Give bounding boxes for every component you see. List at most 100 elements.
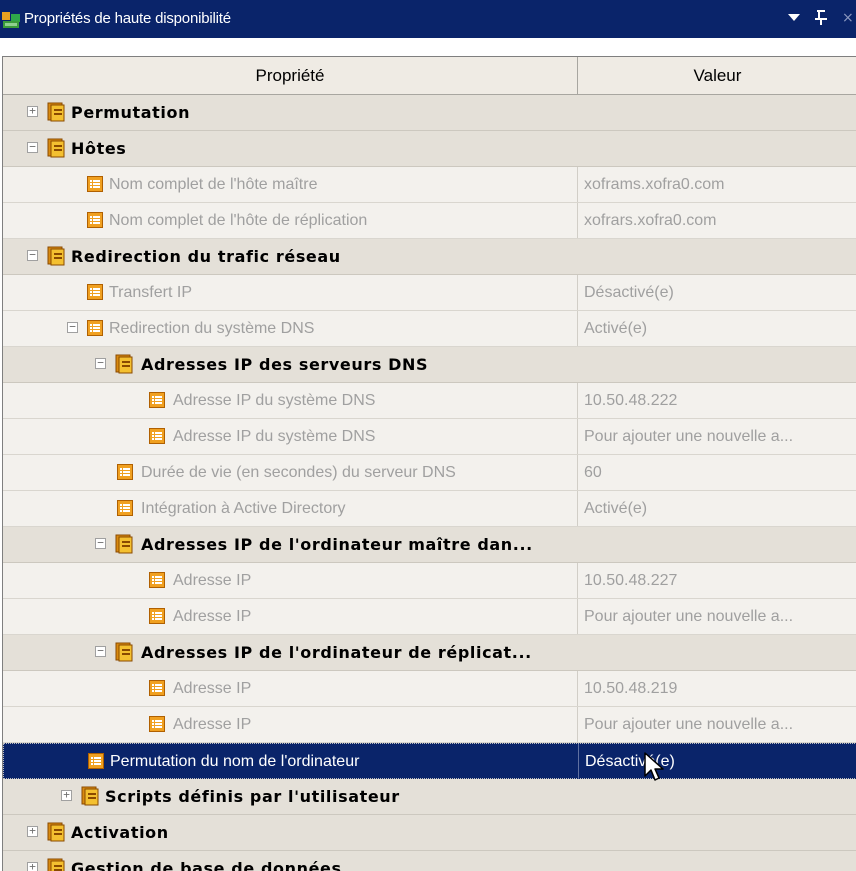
property-cell[interactable]: Adresse IP: [3, 671, 578, 706]
expand-icon[interactable]: +: [27, 825, 38, 837]
property-icon: [87, 176, 103, 192]
expand-icon[interactable]: +: [27, 861, 38, 871]
collapse-icon[interactable]: −: [67, 321, 78, 333]
property-label: Gestion de base de données: [71, 859, 342, 871]
property-row[interactable]: Adresse IP 10.50.48.227: [3, 563, 856, 599]
property-icon: [87, 212, 103, 228]
property-row[interactable]: − Redirection du système DNS Activé(e): [3, 311, 856, 347]
property-label: Adresses IP de l'ordinateur de réplicat.…: [141, 643, 532, 662]
expand-icon[interactable]: +: [27, 105, 38, 117]
property-cell[interactable]: Transfert IP: [3, 275, 578, 310]
property-label: Permutation du nom de l'ordinateur: [110, 753, 360, 770]
property-cell[interactable]: Durée de vie (en secondes) du serveur DN…: [3, 455, 578, 490]
column-header-property[interactable]: Propriété: [3, 57, 578, 94]
expand-icon[interactable]: +: [61, 789, 72, 801]
property-cell[interactable]: + Permutation: [3, 95, 578, 130]
property-value[interactable]: Activé(e): [579, 311, 856, 346]
property-cell[interactable]: Adresse IP: [3, 563, 578, 598]
category-row[interactable]: + Activation: [3, 815, 856, 851]
property-value[interactable]: Désactivé(e): [580, 744, 856, 779]
property-cell[interactable]: Nom complet de l'hôte maître: [3, 167, 578, 202]
category-row[interactable]: + Scripts définis par l'utilisateur: [3, 779, 856, 815]
property-grid: Propriété Valeur + Permutation − Hôtes Nom c…: [2, 56, 856, 871]
property-value[interactable]: 10.50.48.219: [579, 671, 856, 706]
column-header-value[interactable]: Valeur: [578, 57, 856, 94]
property-label: Redirection du trafic réseau: [71, 247, 341, 266]
property-row[interactable]: Intégration à Active Directory Activé(e): [3, 491, 856, 527]
property-cell[interactable]: Adresse IP: [3, 599, 578, 634]
collapse-icon[interactable]: −: [27, 249, 38, 261]
property-label: Nom complet de l'hôte de réplication: [109, 212, 368, 229]
property-label: Adresse IP du système DNS: [173, 428, 376, 445]
title-bar: Propriétés de haute disponibilité ×: [0, 0, 856, 38]
category-row[interactable]: − Hôtes: [3, 131, 856, 167]
property-label: Transfert IP: [109, 284, 192, 301]
window-title: Propriétés de haute disponibilité: [24, 10, 231, 27]
property-label: Adresse IP: [173, 680, 252, 697]
property-label: Adresse IP: [173, 572, 252, 589]
property-cell[interactable]: − Hôtes: [3, 131, 578, 166]
property-value[interactable]: Activé(e): [579, 491, 856, 526]
property-label: Redirection du système DNS: [109, 320, 315, 337]
category-row[interactable]: − Adresses IP de l'ordinateur maître dan.…: [3, 527, 856, 563]
property-value[interactable]: xofrars.xofra0.com: [579, 203, 856, 238]
property-row[interactable]: Nom complet de l'hôte de réplication xofr…: [3, 203, 856, 239]
property-icon: [149, 392, 165, 408]
property-icon: [149, 608, 165, 624]
property-cell[interactable]: − Redirection du trafic réseau: [3, 239, 578, 274]
collapse-icon[interactable]: −: [95, 537, 106, 549]
category-row[interactable]: + Gestion de base de données: [3, 851, 856, 871]
property-value[interactable]: xoframs.xofra0.com: [579, 167, 856, 202]
property-label: Scripts définis par l'utilisateur: [105, 787, 400, 806]
property-icon: [149, 572, 165, 588]
property-value[interactable]: Pour ajouter une nouvelle a...: [579, 707, 856, 742]
property-cell[interactable]: + Gestion de base de données: [3, 851, 578, 871]
property-value[interactable]: 10.50.48.222: [579, 383, 856, 418]
property-label: Nom complet de l'hôte maître: [109, 176, 318, 193]
property-value[interactable]: Pour ajouter une nouvelle a...: [579, 599, 856, 634]
property-value[interactable]: 60: [579, 455, 856, 490]
property-value[interactable]: Pour ajouter une nouvelle a...: [579, 419, 856, 454]
category-row[interactable]: + Permutation: [3, 95, 856, 131]
property-cell[interactable]: − Redirection du système DNS: [3, 311, 578, 346]
property-row[interactable]: Adresse IP Pour ajouter une nouvelle a...: [3, 599, 856, 635]
property-cell[interactable]: Adresse IP du système DNS: [3, 419, 578, 454]
property-label: Hôtes: [71, 139, 127, 158]
property-cell[interactable]: Nom complet de l'hôte de réplication: [3, 203, 578, 238]
property-label: Adresses IP de l'ordinateur maître dan..…: [141, 535, 533, 554]
mouse-cursor-icon: [644, 752, 664, 781]
property-cell[interactable]: − Adresses IP de l'ordinateur de réplicat…: [3, 635, 578, 670]
category-row[interactable]: − Adresses IP des serveurs DNS: [3, 347, 856, 383]
property-row[interactable]: Adresse IP Pour ajouter une nouvelle a...: [3, 707, 856, 743]
property-row[interactable]: Adresse IP du système DNS 10.50.48.222: [3, 383, 856, 419]
collapse-icon[interactable]: −: [95, 357, 106, 369]
property-icon: [117, 500, 133, 516]
pin-icon[interactable]: [815, 9, 827, 30]
property-row[interactable]: Transfert IP Désactivé(e): [3, 275, 856, 311]
category-row[interactable]: − Adresses IP de l'ordinateur de réplicat…: [3, 635, 856, 671]
property-value[interactable]: 10.50.48.227: [579, 563, 856, 598]
property-label: Durée de vie (en secondes) du serveur DN…: [141, 464, 456, 481]
property-cell[interactable]: + Scripts définis par l'utilisateur: [3, 779, 578, 814]
collapse-icon[interactable]: −: [27, 141, 38, 153]
property-cell[interactable]: − Adresses IP des serveurs DNS: [3, 347, 578, 382]
property-label: Adresse IP: [173, 608, 252, 625]
property-cell[interactable]: Adresse IP du système DNS: [3, 383, 578, 418]
property-row[interactable]: Durée de vie (en secondes) du serveur DN…: [3, 455, 856, 491]
dropdown-arrow-icon[interactable]: [788, 14, 800, 21]
property-row[interactable]: Nom complet de l'hôte maître xoframs.xofr…: [3, 167, 856, 203]
collapse-icon[interactable]: −: [95, 645, 106, 657]
category-row[interactable]: − Redirection du trafic réseau: [3, 239, 856, 275]
property-row[interactable]: Adresse IP du système DNS Pour ajouter un…: [3, 419, 856, 455]
close-icon[interactable]: ×: [842, 9, 854, 27]
property-row[interactable]: Adresse IP 10.50.48.219: [3, 671, 856, 707]
property-group-icon: [47, 822, 65, 842]
property-icon: [149, 680, 165, 696]
property-cell[interactable]: − Adresses IP de l'ordinateur maître dan.…: [3, 527, 578, 562]
property-cell[interactable]: Permutation du nom de l'ordinateur: [4, 744, 579, 779]
property-cell[interactable]: + Activation: [3, 815, 578, 850]
selected-property-row[interactable]: Permutation du nom de l'ordinateur Désact…: [3, 743, 856, 779]
property-cell[interactable]: Intégration à Active Directory: [3, 491, 578, 526]
property-value[interactable]: Désactivé(e): [579, 275, 856, 310]
property-cell[interactable]: Adresse IP: [3, 707, 578, 742]
